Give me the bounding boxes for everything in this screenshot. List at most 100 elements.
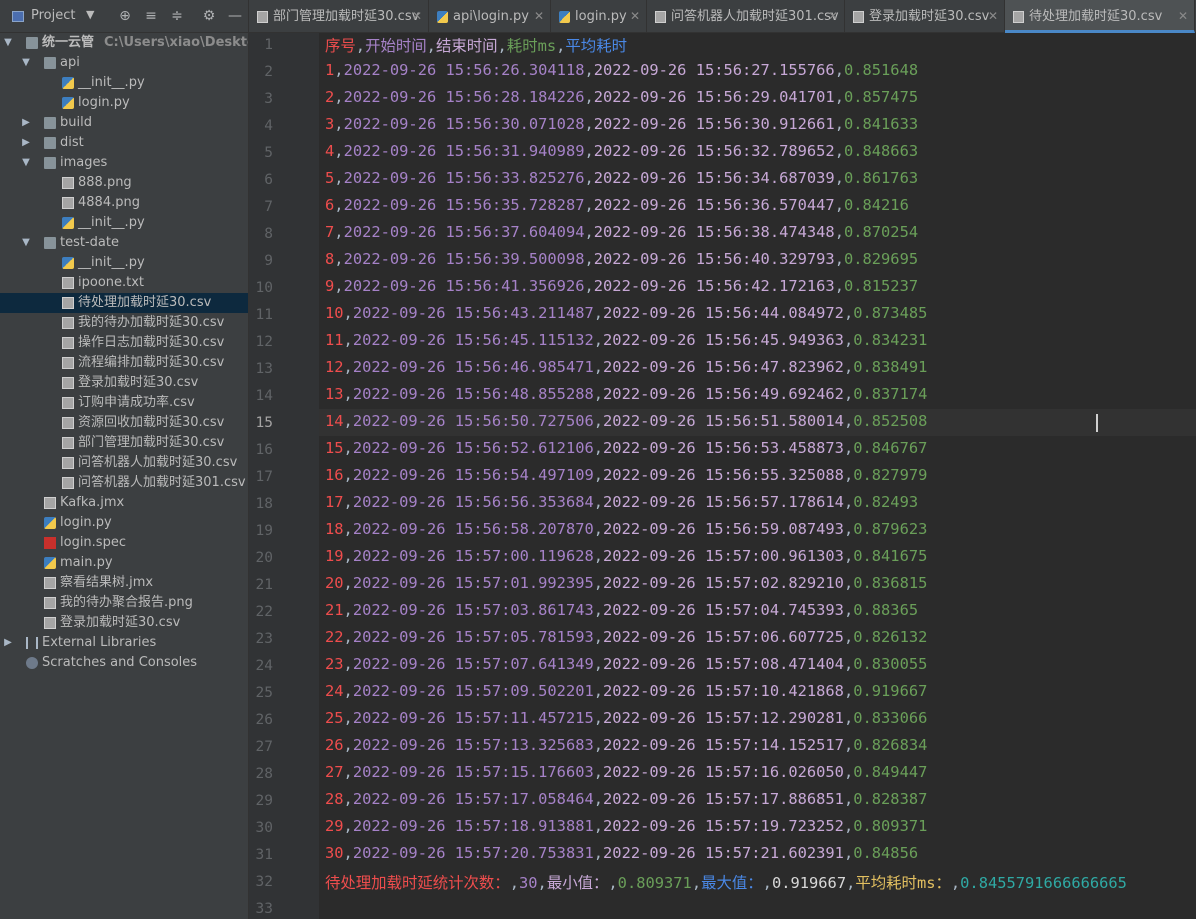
tree-item[interactable]: ▼ api bbox=[0, 53, 248, 73]
code-line[interactable]: 23,2022-09-26 15:57:07.641349,2022-09-26… bbox=[325, 655, 927, 673]
comma-separator: , bbox=[843, 601, 854, 619]
tree-item[interactable]: 4884.png bbox=[0, 193, 248, 213]
chevron-right-icon[interactable]: ▶ bbox=[20, 133, 32, 153]
close-icon[interactable]: ✕ bbox=[988, 0, 998, 33]
code-line[interactable]: 24,2022-09-26 15:57:09.502201,2022-09-26… bbox=[325, 682, 927, 700]
tree-item[interactable]: ▶ build bbox=[0, 113, 248, 133]
code-line[interactable]: 26,2022-09-26 15:57:13.325683,2022-09-26… bbox=[325, 736, 927, 754]
editor-tab[interactable]: 待处理加载时延30.csv ✕ bbox=[1005, 0, 1195, 33]
code-line[interactable]: 9,2022-09-26 15:56:41.356926,2022-09-26 … bbox=[325, 277, 918, 295]
hide-panel-icon[interactable]: — bbox=[226, 6, 244, 26]
tree-item[interactable]: 流程编排加载时延30.csv bbox=[0, 353, 248, 373]
tree-item[interactable]: Scratches and Consoles bbox=[0, 653, 248, 673]
tree-item[interactable]: 察看结果树.jmx bbox=[0, 573, 248, 593]
editor-tab[interactable]: login.py ✕ bbox=[551, 0, 647, 33]
chevron-down-icon[interactable]: ▼ bbox=[2, 33, 14, 53]
collapse-all-icon[interactable]: ≑ bbox=[168, 6, 186, 26]
code-line[interactable]: 12,2022-09-26 15:56:46.985471,2022-09-26… bbox=[325, 358, 927, 376]
tree-item[interactable]: login.py bbox=[0, 93, 248, 113]
code-line[interactable]: 5,2022-09-26 15:56:33.825276,2022-09-26 … bbox=[325, 169, 918, 187]
tree-item[interactable]: 问答机器人加载时延30.csv bbox=[0, 453, 248, 473]
tree-item[interactable]: __init__.py bbox=[0, 213, 248, 233]
code-line[interactable]: 11,2022-09-26 15:56:45.115132,2022-09-26… bbox=[325, 331, 927, 349]
editor-tab[interactable]: 问答机器人加载时延301.csv ✕ bbox=[647, 0, 845, 33]
close-icon[interactable]: ✕ bbox=[1178, 0, 1188, 33]
tree-item[interactable]: 888.png bbox=[0, 173, 248, 193]
chevron-right-icon[interactable]: ▶ bbox=[2, 633, 14, 653]
project-view-selector[interactable]: Project bbox=[31, 8, 75, 23]
code-line[interactable]: 3,2022-09-26 15:56:30.071028,2022-09-26 … bbox=[325, 115, 918, 133]
tree-item[interactable]: 订购申请成功率.csv bbox=[0, 393, 248, 413]
tree-item[interactable]: ▶ dist bbox=[0, 133, 248, 153]
tree-item[interactable]: login.spec bbox=[0, 533, 248, 553]
code-line[interactable]: 待处理加载时延统计次数：,30,最小值：,0.809371,最大值：,0.919… bbox=[325, 871, 1127, 893]
comma-separator: , bbox=[843, 439, 854, 457]
tree-item[interactable]: __init__.py bbox=[0, 253, 248, 273]
code-line[interactable]: 序号,开始时间,结束时间,耗时ms,平均耗时 bbox=[325, 34, 627, 56]
chevron-down-icon[interactable]: ▼ bbox=[20, 53, 32, 73]
code-line[interactable]: 18,2022-09-26 15:56:58.207870,2022-09-26… bbox=[325, 520, 927, 538]
chevron-down-icon[interactable]: ▼ bbox=[86, 8, 94, 21]
tree-item[interactable]: ipoone.txt bbox=[0, 273, 248, 293]
code-line[interactable]: 13,2022-09-26 15:56:48.855288,2022-09-26… bbox=[325, 385, 927, 403]
tree-item[interactable]: ▼ 统一云管C:\Users\xiao\Desktop\统一 bbox=[0, 33, 248, 53]
code-line[interactable]: 17,2022-09-26 15:56:56.353684,2022-09-26… bbox=[325, 493, 918, 511]
tree-item[interactable]: 部门管理加载时延30.csv bbox=[0, 433, 248, 453]
code-line[interactable]: 21,2022-09-26 15:57:03.861743,2022-09-26… bbox=[325, 601, 918, 619]
close-icon[interactable]: ✕ bbox=[630, 0, 640, 33]
csv-cell: 2022-09-26 15:56:45.115132 bbox=[352, 331, 594, 349]
expand-all-icon[interactable]: ≡ bbox=[142, 6, 160, 26]
editor-area[interactable]: 1 2 3 4 5 6 7 8 9 10 11 12 13 14 15 16 17 18 19 20 21 22 23 24 2… bbox=[249, 33, 1196, 919]
tree-item[interactable]: ▼ test-date bbox=[0, 233, 248, 253]
code-line[interactable]: 7,2022-09-26 15:56:37.604094,2022-09-26 … bbox=[325, 223, 918, 241]
code-line[interactable]: 27,2022-09-26 15:57:15.176603,2022-09-26… bbox=[325, 763, 927, 781]
code-line[interactable]: 25,2022-09-26 15:57:11.457215,2022-09-26… bbox=[325, 709, 927, 727]
code-line[interactable]: 15,2022-09-26 15:56:52.612106,2022-09-26… bbox=[325, 439, 927, 457]
code-line[interactable]: 20,2022-09-26 15:57:01.992395,2022-09-26… bbox=[325, 574, 927, 592]
tree-item[interactable]: 我的待办聚合报告.png bbox=[0, 593, 248, 613]
tree-item[interactable]: 待处理加载时延30.csv bbox=[0, 293, 248, 313]
tree-item[interactable]: 问答机器人加载时延301.csv bbox=[0, 473, 248, 493]
code-line[interactable]: 22,2022-09-26 15:57:05.781593,2022-09-26… bbox=[325, 628, 927, 646]
tree-item[interactable]: Kafka.jmx bbox=[0, 493, 248, 513]
code-line[interactable]: 30,2022-09-26 15:57:20.753831,2022-09-26… bbox=[325, 844, 918, 862]
code-line[interactable]: 8,2022-09-26 15:56:39.500098,2022-09-26 … bbox=[325, 250, 918, 268]
chevron-right-icon[interactable]: ▶ bbox=[20, 113, 32, 133]
tree-item[interactable]: 我的待办加载时延30.csv bbox=[0, 313, 248, 333]
tree-item-label: 4884.png bbox=[78, 195, 140, 210]
comma-separator: , bbox=[343, 493, 353, 511]
close-icon[interactable]: ✕ bbox=[828, 0, 838, 33]
code-line[interactable]: 10,2022-09-26 15:56:43.211487,2022-09-26… bbox=[325, 304, 927, 322]
code-line[interactable]: 19,2022-09-26 15:57:00.119628,2022-09-26… bbox=[325, 547, 927, 565]
tree-item[interactable]: 登录加载时延30.csv bbox=[0, 373, 248, 393]
gear-icon[interactable]: ⚙ bbox=[200, 6, 218, 26]
chevron-down-icon[interactable]: ▼ bbox=[20, 153, 32, 173]
python-file-icon bbox=[62, 257, 74, 269]
close-icon[interactable]: ✕ bbox=[534, 0, 544, 33]
code-line[interactable]: 16,2022-09-26 15:56:54.497109,2022-09-26… bbox=[325, 466, 927, 484]
tree-item[interactable]: 登录加载时延30.csv bbox=[0, 613, 248, 633]
tree-item[interactable]: login.py bbox=[0, 513, 248, 533]
chevron-down-icon[interactable]: ▼ bbox=[20, 233, 32, 253]
editor-tab[interactable]: 部门管理加载时延30.csv ✕ bbox=[249, 0, 429, 33]
code-line[interactable]: 29,2022-09-26 15:57:18.913881,2022-09-26… bbox=[325, 817, 927, 835]
tree-item[interactable]: ▶ External Libraries bbox=[0, 633, 248, 653]
editor-tab[interactable]: api\login.py ✕ bbox=[429, 0, 551, 33]
code-line[interactable]: 6,2022-09-26 15:56:35.728287,2022-09-26 … bbox=[325, 196, 909, 214]
tree-item[interactable]: 操作日志加载时延30.csv bbox=[0, 333, 248, 353]
code-line[interactable]: 2,2022-09-26 15:56:28.184226,2022-09-26 … bbox=[325, 88, 918, 106]
code-line[interactable]: 14,2022-09-26 15:56:50.727506,2022-09-26… bbox=[325, 412, 927, 430]
editor-tab[interactable]: 登录加载时延30.csv ✕ bbox=[845, 0, 1005, 33]
tree-item[interactable]: 资源回收加载时延30.csv bbox=[0, 413, 248, 433]
csv-cell: 2022-09-26 15:56:49.692462 bbox=[603, 385, 844, 403]
tree-item[interactable]: ▼ images bbox=[0, 153, 248, 173]
code-line[interactable]: 28,2022-09-26 15:57:17.058464,2022-09-26… bbox=[325, 790, 927, 808]
tree-item[interactable]: __init__.py bbox=[0, 73, 248, 93]
csv-cell: 4 bbox=[325, 142, 335, 160]
locate-file-icon[interactable]: ⊕ bbox=[116, 6, 134, 26]
code-line[interactable]: 1,2022-09-26 15:56:26.304118,2022-09-26 … bbox=[325, 61, 918, 79]
csv-file-icon bbox=[62, 357, 74, 369]
close-icon[interactable]: ✕ bbox=[412, 0, 422, 33]
tree-item[interactable]: main.py bbox=[0, 553, 248, 573]
code-line[interactable]: 4,2022-09-26 15:56:31.940989,2022-09-26 … bbox=[325, 142, 918, 160]
